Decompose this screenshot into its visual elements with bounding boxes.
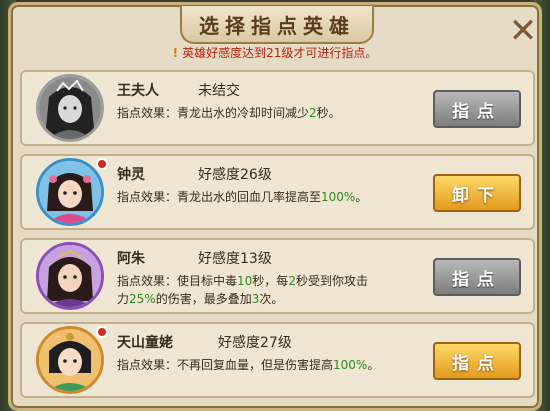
- close-x-icon[interactable]: ✕: [506, 11, 540, 51]
- hero-card-3[interactable]: 阿朱 好感度13级 指点效果：使目标中毒10秒，每2秒受到你攻击 力25%的伤害，…: [20, 238, 535, 314]
- guide-button-3[interactable]: 指点: [433, 258, 521, 296]
- dialog-title-bar: 选择指点英雄: [180, 6, 374, 44]
- hero-name-4: 天山童姥: [117, 335, 173, 351]
- hero-status-3: 好感度13级: [198, 251, 272, 267]
- hero-name-3: 阿朱: [117, 251, 145, 267]
- hero-effect-4: 指点效果：不再回复血量，但是伤害提高100%。: [117, 358, 380, 372]
- hero-name-2: 钟灵: [117, 167, 145, 183]
- dialog-title: 选择指点英雄: [199, 13, 355, 38]
- hero-portrait-3: [36, 242, 104, 310]
- hero-card-1[interactable]: 王夫人 未结交 指点效果：青龙出水的冷却时间减少2秒。 指点: [20, 70, 535, 146]
- level-requirement-notice: ! 英雄好感度达到21级才可进行指点。: [0, 44, 550, 61]
- warning-icon: !: [172, 46, 179, 60]
- hero-effect-1: 指点效果：青龙出水的冷却时间减少2秒。: [117, 106, 341, 120]
- hero-portrait-4: [36, 326, 104, 394]
- guide-button-4[interactable]: 指点: [433, 342, 521, 380]
- hero-status-1: 未结交: [198, 83, 240, 99]
- hero-name-1: 王夫人: [117, 83, 159, 99]
- hero-card-2[interactable]: 钟灵 好感度26级 指点效果：青龙出水的回血几率提高至100%。 卸下: [20, 154, 535, 230]
- hero-portrait-2: [36, 158, 104, 226]
- hero-status-2: 好感度26级: [198, 167, 272, 183]
- hero-effect-2: 指点效果：青龙出水的回血几率提高至100%。: [117, 190, 368, 204]
- hero-status-4: 好感度27级: [218, 335, 292, 351]
- guide-button-1[interactable]: 指点: [433, 90, 521, 128]
- hero-portrait-1: [36, 74, 104, 142]
- notice-text: 英雄好感度达到21级才可进行指点。: [182, 46, 378, 60]
- hero-effect-3: 指点效果：使目标中毒10秒，每2秒受到你攻击 力25%的伤害，最多叠加3次。: [117, 274, 368, 306]
- notification-dot-icon: [96, 158, 108, 170]
- notification-dot-icon: [96, 326, 108, 338]
- hero-card-4[interactable]: 天山童姥 好感度27级 指点效果：不再回复血量，但是伤害提高100%。 指点: [20, 322, 535, 398]
- unequip-button-2[interactable]: 卸下: [433, 174, 521, 212]
